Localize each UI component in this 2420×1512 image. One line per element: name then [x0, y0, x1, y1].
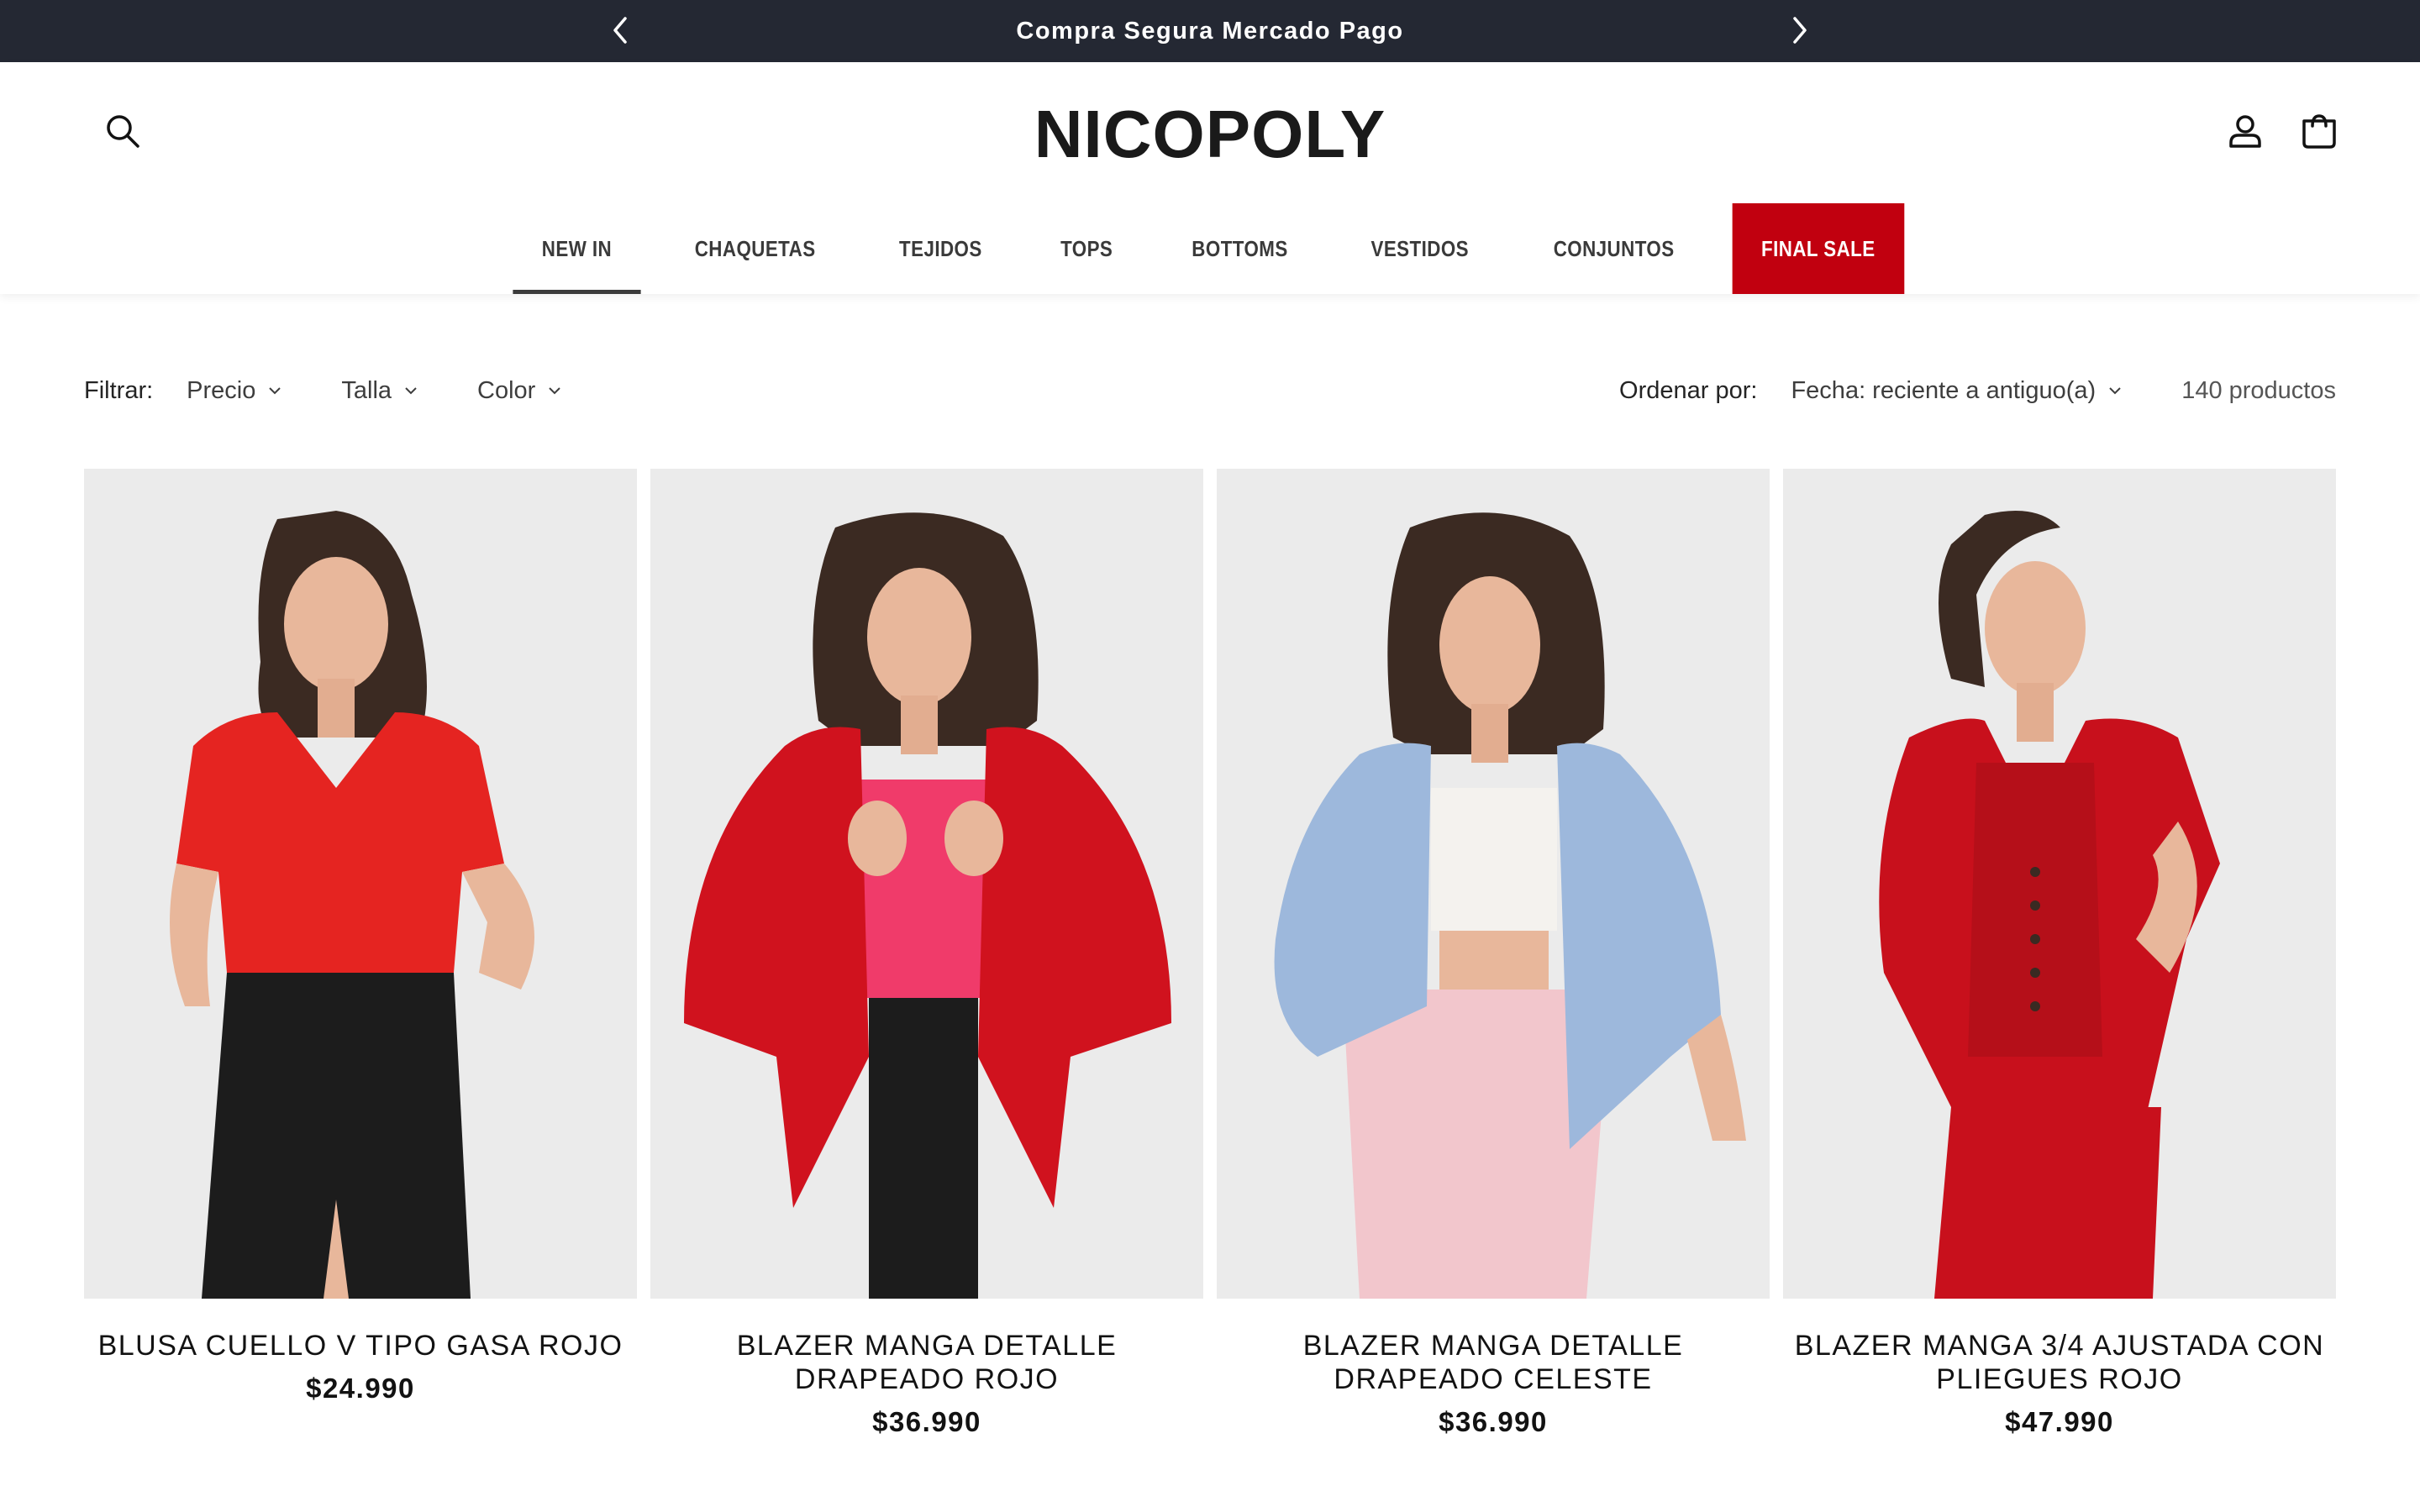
product-title[interactable]: BLUSA CUELLO V TIPO GASA ROJO: [84, 1329, 637, 1362]
announcement-prev-button[interactable]: [603, 13, 637, 47]
product-photo-blusa: [84, 469, 637, 1299]
account-button[interactable]: [2220, 106, 2270, 156]
main-nav: NEW IN CHAQUETAS TEJIDOS TOPS BOTTOMS VE…: [0, 203, 2420, 294]
nav-item-bottoms[interactable]: BOTTOMS: [1163, 203, 1317, 294]
sort-label: Ordenar por:: [1619, 376, 1758, 404]
filter-precio[interactable]: Precio: [187, 377, 282, 405]
chevron-down-icon: [549, 387, 561, 395]
product-image[interactable]: [1783, 469, 2336, 1299]
product-price: $47.990: [2005, 1406, 2114, 1437]
chevron-down-icon: [405, 387, 417, 395]
product-photo-blazer-pliegues: [1783, 469, 2336, 1299]
sort-bar: Ordenar por: Fecha: reciente a antiguo(a…: [1619, 370, 2336, 412]
announcement-bar: Compra Segura Mercado Pago: [0, 0, 2420, 62]
chevron-down-icon: [269, 387, 281, 395]
site-header: NICOPOLY NEW IN CHAQUETAS TEJIDOS TOPS B…: [0, 62, 2420, 294]
cart-icon: [2302, 114, 2336, 149]
store-logo[interactable]: NICOPOLY: [1034, 97, 1386, 171]
product-photo-blazer-celeste: [1217, 469, 1770, 1299]
filter-color-label: Color: [477, 376, 536, 404]
product-image[interactable]: [84, 469, 637, 1299]
logo-container: NICOPOLY: [0, 96, 2420, 173]
cart-button[interactable]: [2294, 106, 2344, 156]
product-card[interactable]: BLUSA CUELLO V TIPO GASA ROJO $24.990: [84, 469, 637, 1438]
nav-item-vestidos[interactable]: VESTIDOS: [1342, 203, 1497, 294]
nav-item-new-in[interactable]: NEW IN: [513, 203, 641, 294]
filter-talla[interactable]: Talla: [341, 377, 418, 405]
product-grid: BLUSA CUELLO V TIPO GASA ROJO $24.990 BL…: [84, 469, 2336, 1438]
product-title[interactable]: BLAZER MANGA DETALLE DRAPEADO ROJO: [650, 1329, 1203, 1396]
product-price: $24.990: [306, 1373, 415, 1404]
nav-item-chaquetas[interactable]: CHAQUETAS: [666, 203, 844, 294]
account-icon: [2229, 115, 2261, 148]
product-photo-blazer-rojo: [650, 469, 1203, 1299]
product-card[interactable]: BLAZER MANGA 3/4 AJUSTADA CON PLIEGUES R…: [1783, 469, 2336, 1438]
product-price: $36.990: [872, 1406, 981, 1437]
filter-label: Filtrar:: [84, 376, 154, 404]
product-count: 140 productos: [2181, 376, 2336, 404]
filter-precio-label: Precio: [187, 376, 256, 404]
filter-color[interactable]: Color: [477, 377, 562, 405]
nav-item-tops[interactable]: TOPS: [1031, 203, 1141, 294]
filter-bar: Filtrar: Precio Talla Color: [84, 370, 621, 412]
chevron-down-icon: [2109, 387, 2121, 395]
product-title[interactable]: BLAZER MANGA DETALLE DRAPEADO CELESTE: [1217, 1329, 1770, 1396]
chevron-right-icon: [1793, 17, 1807, 44]
search-button[interactable]: [97, 106, 148, 156]
product-title[interactable]: BLAZER MANGA 3/4 AJUSTADA CON PLIEGUES R…: [1783, 1329, 2336, 1396]
search-icon: [107, 115, 139, 148]
product-price: $36.990: [1439, 1406, 1548, 1437]
product-image[interactable]: [650, 469, 1203, 1299]
sort-select[interactable]: Fecha: reciente a antiguo(a): [1791, 377, 2123, 405]
nav-item-final-sale[interactable]: FINAL SALE: [1732, 203, 1904, 294]
product-card[interactable]: BLAZER MANGA DETALLE DRAPEADO ROJO $36.9…: [650, 469, 1203, 1438]
product-card[interactable]: BLAZER MANGA DETALLE DRAPEADO CELESTE $3…: [1217, 469, 1770, 1438]
announcement-next-button[interactable]: [1783, 13, 1817, 47]
sort-selected-value: Fecha: reciente a antiguo(a): [1791, 376, 2096, 404]
nav-item-tejidos[interactable]: TEJIDOS: [870, 203, 1010, 294]
filter-talla-label: Talla: [341, 376, 392, 404]
announcement-message[interactable]: Compra Segura Mercado Pago: [1016, 18, 1403, 45]
nav-item-conjuntos[interactable]: CONJUNTOS: [1525, 203, 1704, 294]
product-image[interactable]: [1217, 469, 1770, 1299]
chevron-left-icon: [613, 17, 627, 44]
